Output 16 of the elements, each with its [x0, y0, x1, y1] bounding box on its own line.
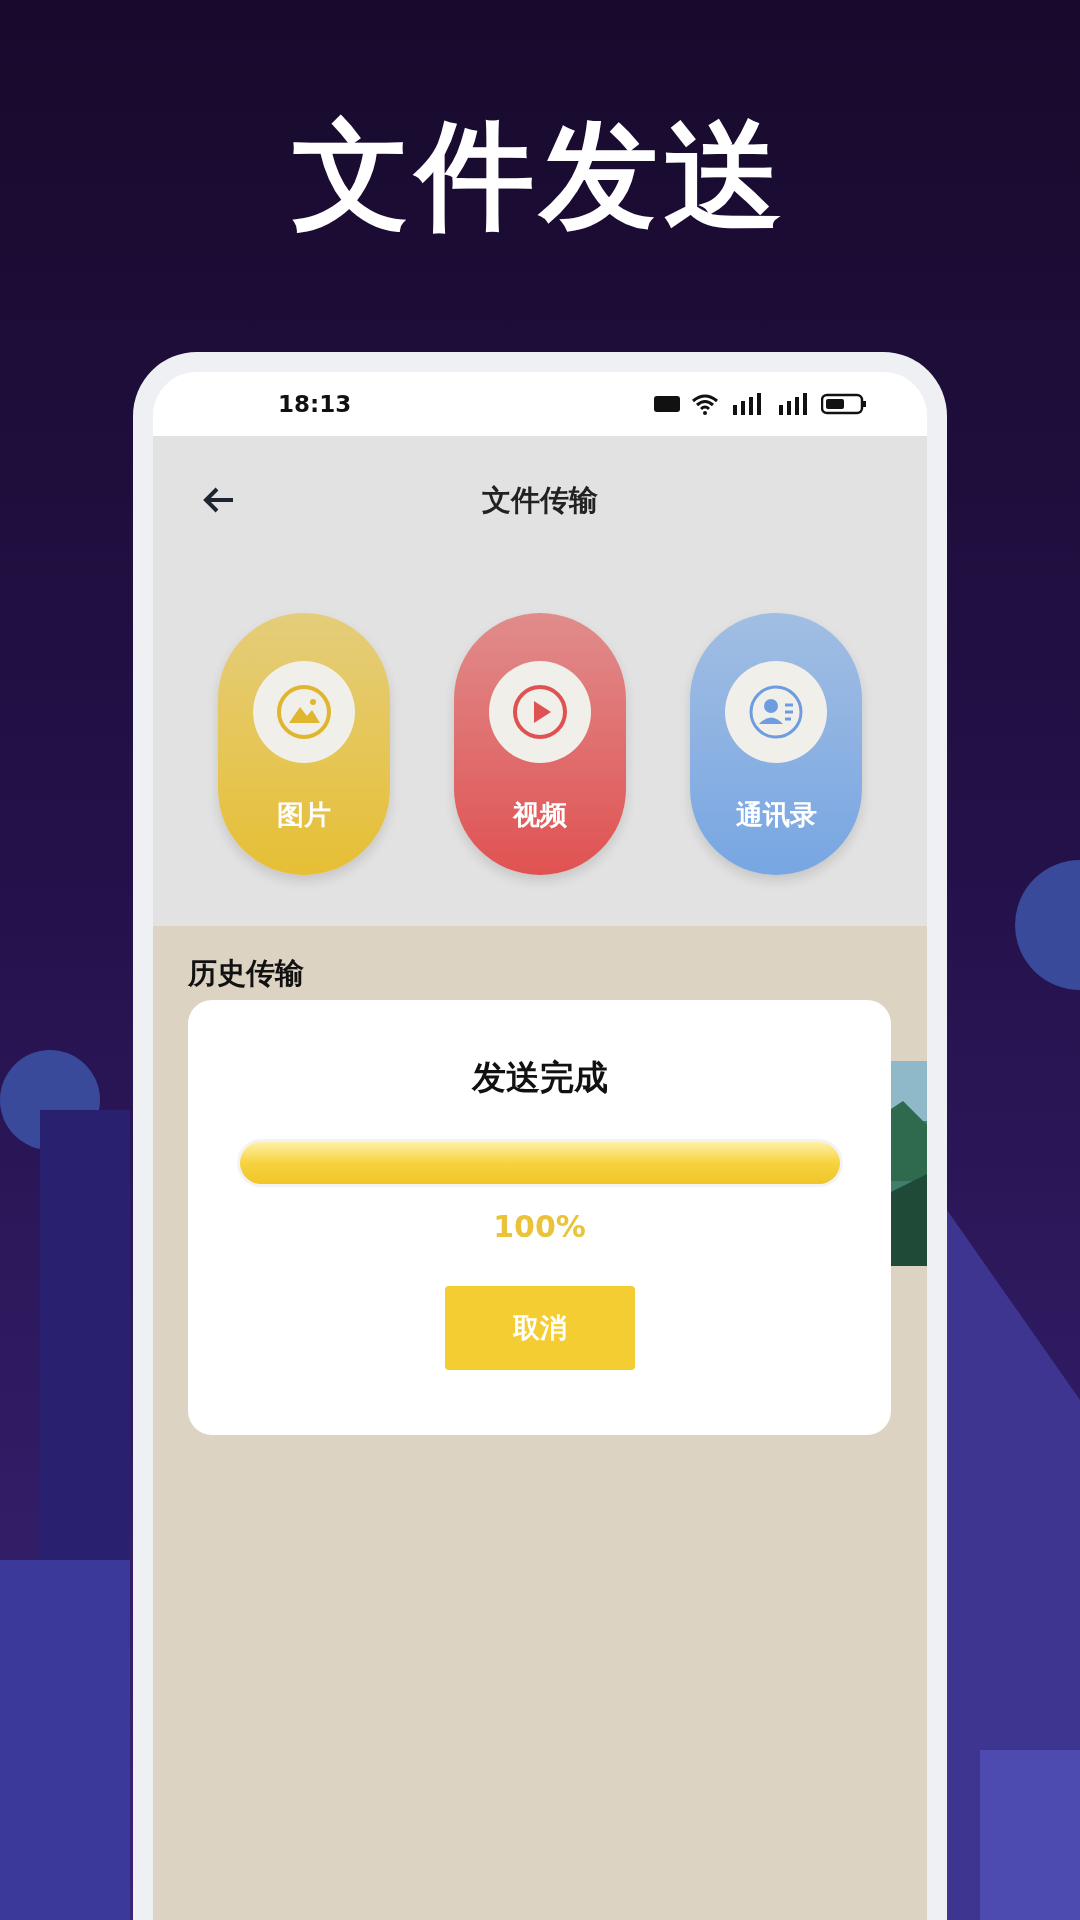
- status-time: 18:13: [278, 391, 352, 417]
- battery-icon: [821, 393, 867, 415]
- wifi-icon: [691, 393, 719, 415]
- category-button[interactable]: 通讯录: [690, 613, 862, 875]
- play-icon: [511, 683, 569, 741]
- contact-icon: [747, 683, 805, 741]
- image-icon: [275, 683, 333, 741]
- back-arrow-icon[interactable]: [203, 486, 235, 514]
- dialog-title: 发送完成: [471, 1056, 608, 1099]
- headline: 文件发送: [292, 110, 788, 240]
- cancel-button[interactable]: 取消: [444, 1286, 635, 1370]
- page-title: 文件传输: [482, 482, 598, 519]
- section-title: 历史传输: [188, 955, 305, 992]
- category-button[interactable]: 视频: [454, 613, 626, 875]
- category-button[interactable]: 图片: [218, 613, 390, 875]
- progress-percent: 100%: [493, 1209, 586, 1244]
